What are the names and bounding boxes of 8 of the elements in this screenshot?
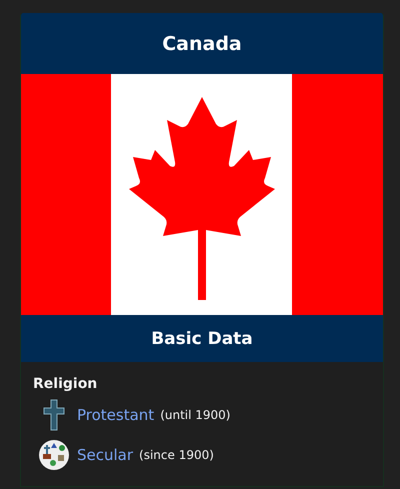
religion-link[interactable]: Protestant <box>77 406 154 424</box>
card-title: Canada <box>21 13 383 74</box>
date-note: (since 1900) <box>139 448 214 462</box>
religion-link[interactable]: Secular <box>77 446 134 464</box>
field-label: Religion <box>33 376 98 392</box>
section-header: Basic Data <box>21 315 383 362</box>
date-note: (until 1900) <box>160 408 230 422</box>
religious-symbols-icon <box>37 438 71 472</box>
